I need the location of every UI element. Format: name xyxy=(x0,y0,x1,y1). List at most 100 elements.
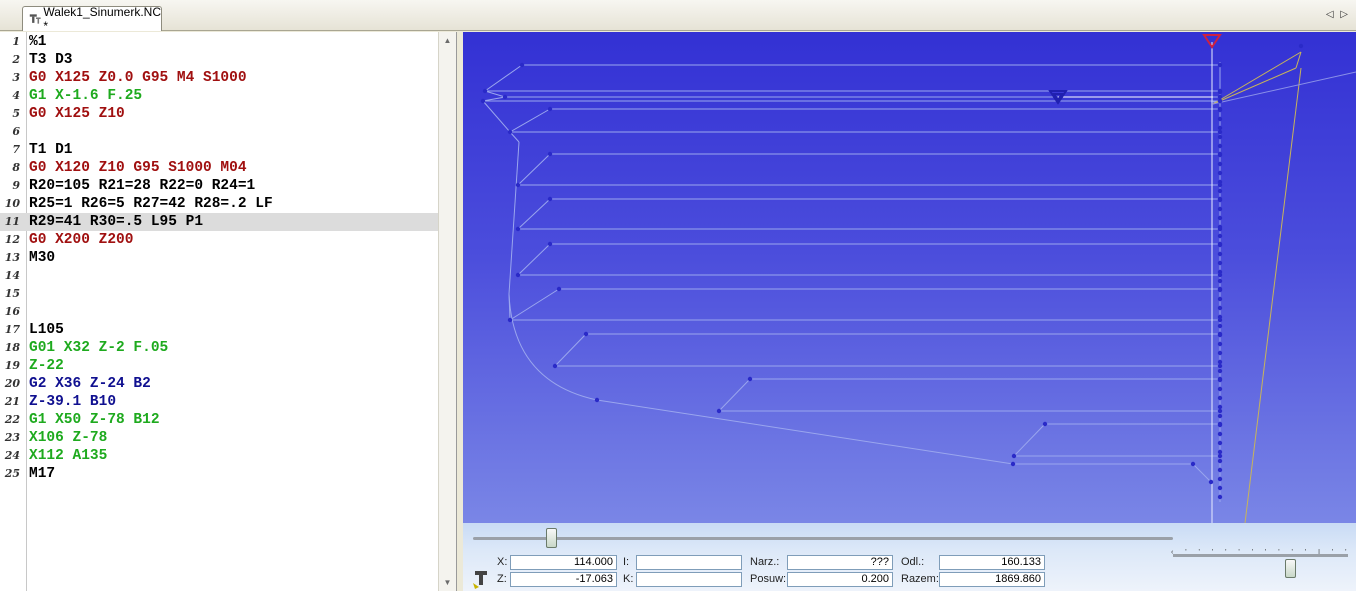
code-line[interactable]: 14 xyxy=(0,267,439,285)
toolpath-point xyxy=(1217,323,1223,329)
total-label: Razem: xyxy=(901,573,939,585)
code-line[interactable]: 7 T1 D1 xyxy=(0,141,439,159)
file-tab[interactable]: Walek1_Sinumerk.NC * xyxy=(22,5,162,33)
code-line[interactable]: 9 R20=105 R21=28 R22=0 R24=1 xyxy=(0,177,439,195)
toolpath-point xyxy=(482,88,488,94)
toolpath-point xyxy=(1217,134,1223,140)
progress-slider-track[interactable] xyxy=(473,537,1173,540)
code-line[interactable]: 5 G0 X125 Z10 xyxy=(0,105,439,123)
x-value-field: 114.000 xyxy=(510,555,617,570)
toolpath-point xyxy=(547,196,553,202)
line-number: 1 xyxy=(12,35,20,48)
code-line[interactable]: 16 xyxy=(0,303,439,321)
rapid-move xyxy=(1244,67,1302,523)
toolpath-point xyxy=(1217,143,1223,149)
toolpath-point xyxy=(1217,98,1223,104)
toolpath-point xyxy=(547,151,553,157)
code-line[interactable]: 6 xyxy=(0,123,439,141)
toolpath-point xyxy=(583,331,589,337)
toolpath-point xyxy=(1217,404,1223,410)
code-line[interactable]: 23 X106 Z-78 xyxy=(0,429,439,447)
toolpath-point xyxy=(480,98,486,104)
line-number: 21 xyxy=(4,395,20,408)
code-line[interactable]: 22 G1 X50 Z-78 B12 xyxy=(0,411,439,429)
progress-slider-thumb[interactable] xyxy=(546,528,557,548)
toolpath-point xyxy=(1217,363,1223,369)
toolpath-point xyxy=(1217,422,1223,428)
tab-bar: Walek1_Sinumerk.NC * ◁ ▷ xyxy=(0,0,1356,33)
toolpath-simulation-view[interactable] xyxy=(463,32,1356,523)
toolpath-point xyxy=(1217,188,1223,194)
toolpath-point xyxy=(1217,494,1223,500)
toolpath-point xyxy=(1217,260,1223,266)
code-line[interactable]: 19 Z-22 xyxy=(0,357,439,375)
toolpath-point xyxy=(1217,485,1223,491)
code-line[interactable]: 4 G1 X-1.6 F.25 xyxy=(0,87,439,105)
line-number: 13 xyxy=(4,251,20,264)
toolpath-point xyxy=(1217,408,1223,414)
code-text: M17 xyxy=(29,466,56,482)
toolpath-point xyxy=(1217,224,1223,230)
toolpath-point xyxy=(1217,467,1223,473)
code-line[interactable]: 10 R25=1 R26=5 R27=42 R28=.2 LF xyxy=(0,195,439,213)
tab-prev-button[interactable]: ◁ xyxy=(1326,9,1336,20)
toolpath-segment xyxy=(554,333,587,367)
code-line[interactable]: 13 M30 xyxy=(0,249,439,267)
toolpath-segment xyxy=(482,96,506,102)
code-line[interactable]: 21 Z-39.1 B10 xyxy=(0,393,439,411)
line-number: 12 xyxy=(4,233,20,246)
toolpath-point xyxy=(1217,332,1223,338)
code-line[interactable]: 20 G2 X36 Z-24 B2 xyxy=(0,375,439,393)
code-line[interactable]: 11 R29=41 R30=.5 L95 P1 xyxy=(0,213,439,231)
code-line[interactable]: 1 %1 xyxy=(0,33,439,51)
toolpath-point xyxy=(1217,152,1223,158)
code-line[interactable]: 25 M17 xyxy=(0,465,439,483)
code-line[interactable]: 15 xyxy=(0,285,439,303)
code-line[interactable]: 17 L105 xyxy=(0,321,439,339)
toolpath-point xyxy=(1217,368,1223,374)
toolpath-point xyxy=(747,376,753,382)
speed-slider-track[interactable] xyxy=(1173,554,1348,557)
toolpath-point xyxy=(716,408,722,414)
tool-marker-icon xyxy=(1202,34,1222,49)
code-line[interactable]: 8 G0 X120 Z10 G95 S1000 M04 xyxy=(0,159,439,177)
code-text: G0 X200 Z200 xyxy=(29,232,134,248)
code-text: G01 X32 Z-2 F.05 xyxy=(29,340,169,356)
toolpath-segment xyxy=(482,100,511,133)
line-number: 5 xyxy=(12,107,20,120)
code-line[interactable]: 24 X112 A135 xyxy=(0,447,439,465)
toolpath-point xyxy=(1298,43,1304,49)
line-number: 23 xyxy=(4,431,20,444)
toolpath-point xyxy=(1217,251,1223,257)
nc-code-editor[interactable]: 1 %1 2 T3 D3 3 G0 X125 Z0.0 G95 M4 S1000 4 G1 X… xyxy=(0,32,457,591)
code-text: G1 X50 Z-78 B12 xyxy=(29,412,160,428)
toolpath-point xyxy=(1217,341,1223,347)
scroll-down-icon[interactable]: ▼ xyxy=(439,574,456,591)
toolpath-point xyxy=(1217,89,1223,95)
editor-vertical-scrollbar[interactable]: ▲ ▼ xyxy=(438,32,456,591)
toolpath-segment xyxy=(509,288,560,321)
toolpath-segment xyxy=(1192,463,1212,483)
toolpath-point xyxy=(507,129,513,135)
tab-next-button[interactable]: ▷ xyxy=(1340,9,1350,20)
line-number: 18 xyxy=(4,341,20,354)
code-line[interactable]: 18 G01 X32 Z-2 F.05 xyxy=(0,339,439,357)
distance-label: Odl.: xyxy=(901,556,925,568)
toolpath-point xyxy=(1217,359,1223,365)
code-line[interactable]: 2 T3 D3 xyxy=(0,51,439,69)
toolpath-point xyxy=(1217,161,1223,167)
line-number: 10 xyxy=(4,197,20,210)
toolpath-point xyxy=(1217,215,1223,221)
line-number: 17 xyxy=(4,323,20,336)
z-label: Z: xyxy=(497,573,507,585)
speed-slider-thumb[interactable] xyxy=(1285,559,1296,578)
toolpath-point xyxy=(1217,377,1223,383)
toolpath-point xyxy=(1217,62,1223,68)
code-line[interactable]: 3 G0 X125 Z0.0 G95 M4 S1000 xyxy=(0,69,439,87)
toolpath-segment xyxy=(596,399,1014,465)
code-lines: 1 %1 2 T3 D3 3 G0 X125 Z0.0 G95 M4 S1000 4 G1 X… xyxy=(0,33,439,483)
toolpath-point xyxy=(1190,461,1196,467)
line-number: 14 xyxy=(4,269,20,282)
scroll-up-icon[interactable]: ▲ xyxy=(439,32,456,49)
code-line[interactable]: 12 G0 X200 Z200 xyxy=(0,231,439,249)
